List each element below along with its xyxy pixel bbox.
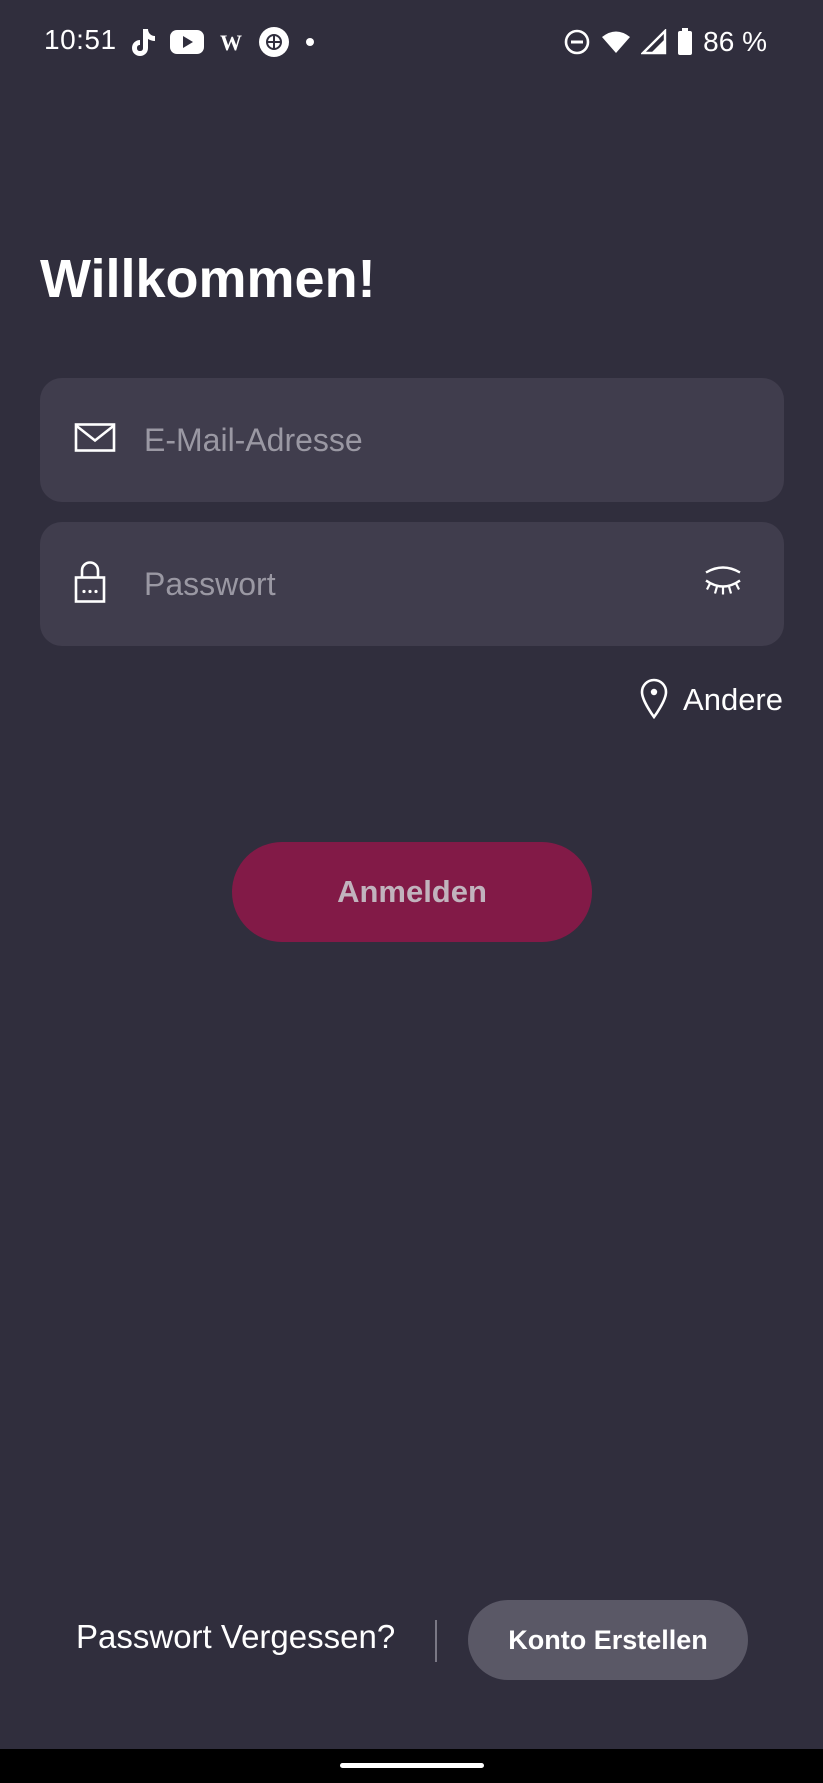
wikipedia-icon: W <box>218 31 244 53</box>
location-pin-icon <box>639 677 669 724</box>
status-time: 10:51 <box>44 24 117 55</box>
location-selector[interactable]: Andere <box>639 676 783 724</box>
wifi-icon <box>601 30 631 54</box>
email-field[interactable] <box>40 378 784 502</box>
tiktok-icon <box>128 27 156 57</box>
do-not-disturb-icon <box>563 28 591 56</box>
email-input[interactable] <box>142 378 674 502</box>
app-icon <box>258 26 290 58</box>
password-input[interactable] <box>142 522 674 646</box>
cell-signal-icon <box>641 29 667 55</box>
mail-icon <box>74 423 116 458</box>
youtube-icon <box>170 29 204 55</box>
create-account-button[interactable]: Konto Erstellen <box>468 1600 748 1680</box>
password-field[interactable] <box>40 522 784 646</box>
svg-text:W: W <box>220 31 242 53</box>
lock-icon <box>74 560 106 609</box>
eye-closed-icon[interactable] <box>702 565 744 604</box>
location-label: Andere <box>683 682 783 717</box>
notification-icons: W <box>128 24 316 60</box>
battery-icon <box>677 28 693 56</box>
footer-divider <box>435 1620 437 1662</box>
battery-percentage: 86 % <box>703 26 767 57</box>
status-bar: 10:51 W 86 % <box>0 0 823 84</box>
dot-icon <box>304 36 316 48</box>
login-button[interactable]: Anmelden <box>232 842 592 942</box>
forgot-password-link[interactable]: Passwort Vergessen? <box>76 1618 395 1656</box>
navigation-bar <box>0 1749 823 1783</box>
system-status: 86 % <box>563 22 767 62</box>
home-indicator[interactable] <box>340 1763 484 1768</box>
page-title: Willkommen! <box>40 249 376 309</box>
